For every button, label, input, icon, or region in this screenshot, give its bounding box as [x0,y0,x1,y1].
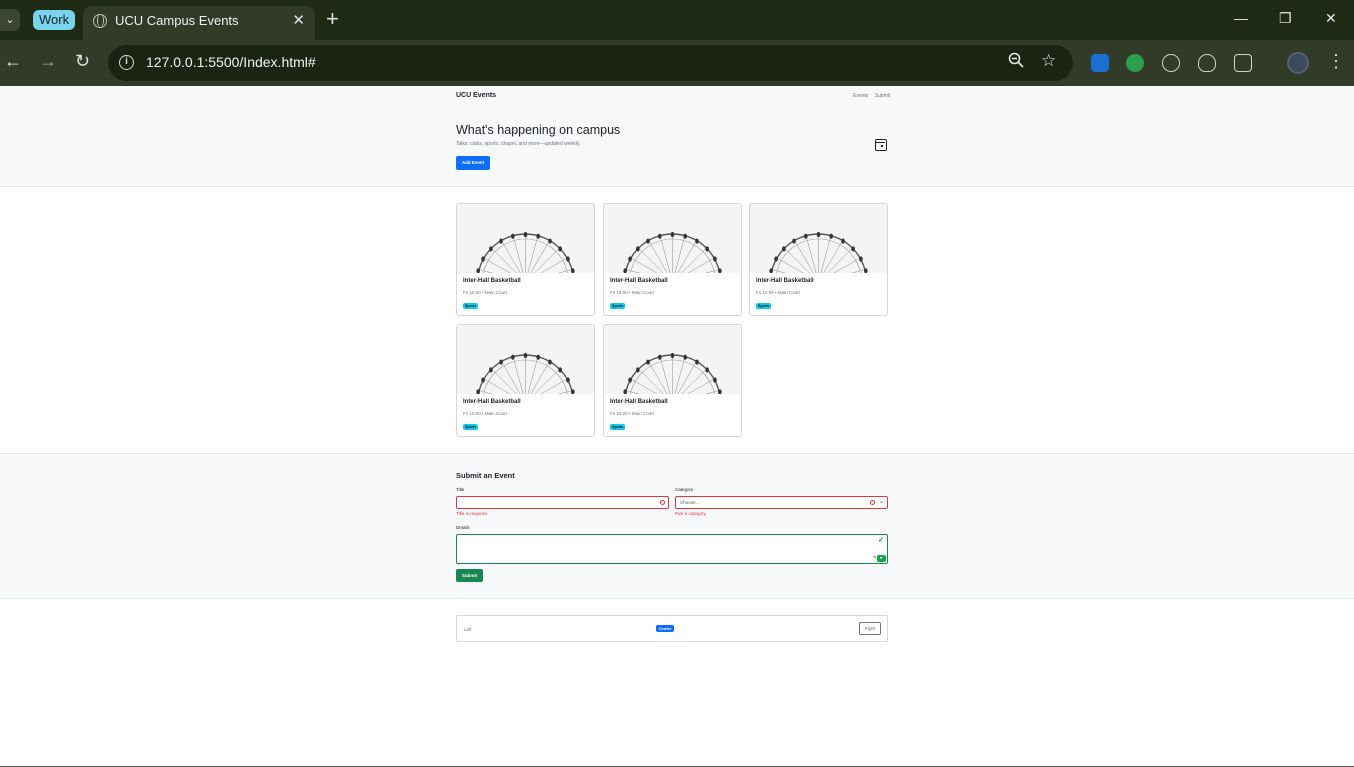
tab-group-chip[interactable]: Work [33,10,76,30]
event-title: Inter-Hall Basketball [756,278,814,284]
ferris-wheel-image [457,204,594,273]
category-badge: Sports [610,424,626,430]
hero-section: UCU Events Events Submit What's happenin… [0,86,1354,187]
category-badge: Sports [756,303,772,309]
event-meta: Fri 16:00 • Main Court [756,290,800,295]
extension-icon[interactable] [1162,54,1180,72]
category-label: Category [675,487,694,492]
tab-title: UCU Campus Events [115,13,239,28]
event-card[interactable]: Inter-Hall Basketball Fri 16:00 • Main C… [456,203,595,316]
back-icon[interactable]: ← [4,51,22,72]
browser-toolbar: ← → ↻ i 127.0.0.1:5500/Index.html# ☆ ⋮ [0,40,1354,86]
event-card[interactable]: Inter-Hall Basketball Fri 16:00 • Main C… [456,324,595,437]
extension-icon[interactable] [1091,54,1109,72]
title-error: Title is required. [456,511,488,516]
writing-assistant-icon[interactable]: ▸ [877,555,886,562]
calendar-icon[interactable] [875,139,887,151]
submit-event-section: Submit an Event Title ! Title is require… [0,453,1354,599]
page-title: What's happening on campus [456,123,621,137]
add-event-button[interactable]: Add Event [456,156,490,170]
nav-link-events[interactable]: Events [853,93,868,99]
profile-avatar[interactable] [1287,52,1309,74]
category-error: Pick a category. [675,511,707,516]
right-button[interactable]: Right [859,622,881,635]
info-icon[interactable]: i [119,55,134,70]
tab-search-icon[interactable]: ⌄ [0,9,20,31]
category-placeholder: Choose... [680,500,700,505]
forward-icon[interactable]: → [39,51,57,72]
valid-check-icon: ✓ [878,537,884,544]
top-nav: Events Submit [848,93,890,99]
error-icon: ! [660,500,665,505]
left-text: Left [464,627,472,632]
browser-tab-strip: ⌄ Work UCU Campus Events ✕ + — ❐ ✕ [0,0,1354,40]
page-content: UCU Events Events Submit What's happenin… [0,86,1354,767]
event-title: Inter-Hall Basketball [610,278,668,284]
center-badge: Center [656,625,674,632]
event-meta: Fri 16:00 • Main Court [610,411,654,416]
event-card[interactable]: Inter-Hall Basketball Fri 16:00 • Main C… [603,203,742,316]
url-text[interactable]: 127.0.0.1:5500/Index.html# [146,54,316,70]
event-title: Inter-Hall Basketball [610,399,668,405]
event-meta: Fri 16:00 • Main Court [463,411,507,416]
ferris-wheel-image [457,325,594,394]
form-heading: Submit an Event [456,471,515,480]
details-label: Details [456,525,470,530]
category-badge: Sports [610,303,626,309]
reload-icon[interactable]: ↻ [75,51,90,72]
ferris-wheel-image [604,325,741,394]
extension-icon[interactable] [1198,54,1216,72]
extension-icon[interactable] [1126,54,1144,72]
close-tab-icon[interactable]: ✕ [292,11,305,29]
category-badge: Sports [463,424,479,430]
page-subtitle: Talks, clubs, sports, chapel, and more—u… [456,141,581,147]
event-meta: Fri 16:00 • Main Court [610,290,654,295]
bookmark-star-icon[interactable]: ☆ [1041,51,1056,71]
minimize-icon[interactable]: — [1234,10,1248,26]
category-select[interactable]: Choose... ! ⌄ [675,496,888,509]
alignment-bar: Left Center Right [456,615,888,642]
nav-link-submit[interactable]: Submit [875,93,891,99]
title-label: Title [456,487,465,492]
zoom-out-icon[interactable] [1008,52,1024,73]
new-tab-button[interactable]: + [326,8,339,30]
event-card[interactable]: Inter-Hall Basketball Fri 16:00 • Main C… [603,324,742,437]
active-tab[interactable]: UCU Campus Events ✕ [83,6,315,40]
ferris-wheel-image [750,204,887,273]
event-meta: Fri 16:00 • Main Court [463,290,507,295]
submit-button[interactable]: Submit [456,569,483,582]
extensions-puzzle-icon[interactable] [1234,54,1252,72]
event-title: Inter-Hall Basketball [463,278,521,284]
event-card[interactable]: Inter-Hall Basketball Fri 16:00 • Main C… [749,203,888,316]
ferris-wheel-image [604,204,741,273]
title-input[interactable]: ! [456,496,669,509]
category-badge: Sports [463,303,479,309]
window-close-icon[interactable]: ✕ [1325,10,1337,27]
error-icon: ! [870,500,875,505]
event-title: Inter-Hall Basketball [463,399,521,405]
menu-kebab-icon[interactable]: ⋮ [1327,51,1345,72]
site-brand[interactable]: UCU Events [456,92,496,99]
chevron-down-icon: ⌄ [878,499,884,505]
details-textarea[interactable]: ✓ ✎ ▸ [456,534,888,564]
address-bar[interactable]: i 127.0.0.1:5500/Index.html# ☆ [108,45,1073,81]
globe-icon [93,14,107,28]
restore-icon[interactable]: ❐ [1279,10,1292,27]
